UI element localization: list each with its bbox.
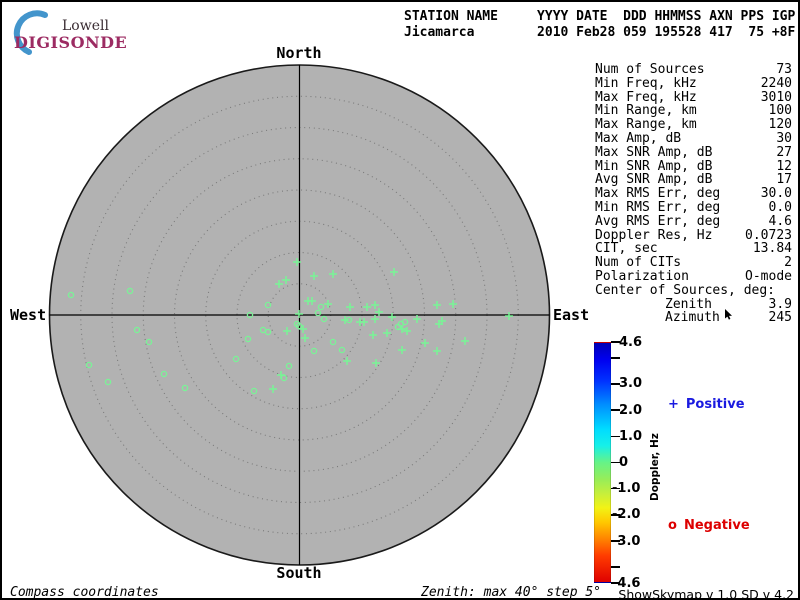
stat-value: 245	[768, 310, 792, 326]
legend-negative-label: Negative	[683, 518, 750, 533]
stat-label: Avg SNR Amp, dB	[595, 172, 713, 188]
colorbar-tick-label: 2.0	[619, 402, 643, 418]
stat-row: Min RMS Err, deg 0.0	[595, 201, 792, 215]
stat-row: Doppler Res, Hz 0.0723	[595, 227, 792, 243]
stat-row: Avg SNR Amp, dB 17	[595, 173, 792, 187]
coordinate-system-label: Compass coordinates	[10, 585, 159, 600]
stat-row: Max RMS Err, deg 30.0	[595, 187, 792, 201]
stat-label: Max RMS Err, deg	[595, 186, 721, 202]
stat-row: Polarization O-mode	[595, 270, 792, 284]
colorbar-tick-label: 3.0	[619, 376, 643, 392]
stat-label: Num of CITs	[595, 255, 682, 271]
stat-value: 73	[776, 62, 792, 77]
stat-label: Azimuth	[665, 310, 720, 326]
compass-label-west: West	[10, 306, 47, 324]
colorbar-tick-label: -3.0	[612, 533, 641, 549]
stat-label: Max Freq, kHz	[595, 89, 697, 105]
stat-label: Avg RMS Err, deg	[595, 213, 721, 229]
stat-label: Min Freq, kHz	[595, 75, 697, 91]
stat-value: 30	[776, 130, 792, 146]
plus-symbol-icon: +	[668, 397, 679, 412]
colorbar-axis-label: Doppler, Hz	[649, 433, 661, 501]
stat-value: 3010	[760, 89, 792, 105]
compass-label-east: East	[553, 306, 590, 324]
legend-positive-label: Positive	[685, 397, 745, 412]
stat-value: 100	[768, 103, 792, 119]
stat-row: Min Freq, kHz 2240	[595, 75, 792, 91]
legend-negative: o Negative	[668, 518, 750, 533]
mouse-cursor-icon	[725, 309, 732, 320]
circle-symbol-icon: o	[668, 518, 677, 533]
stat-row: Avg RMS Err, deg 4.6	[595, 213, 792, 229]
stat-label: Polarization	[595, 268, 689, 284]
stat-row: Min SNR Amp, dB 12	[595, 158, 792, 174]
stat-row: Zenith 3.9	[595, 296, 792, 312]
stat-label: Min Range, km	[595, 103, 697, 119]
colorbar-tick-label: -1.0	[612, 481, 641, 497]
stat-value: 0.0	[768, 199, 792, 215]
stat-row: Num of Sources 73	[595, 63, 792, 77]
doppler-colorbar	[594, 342, 611, 583]
stat-value: 13.84	[752, 241, 792, 257]
stat-row: Max SNR Amp, dB 27	[595, 144, 792, 160]
stat-label: Zenith	[665, 296, 712, 312]
stats-panel: Num of Sources 73 Min Freq, kHz 2240 Max Fre…	[595, 63, 792, 325]
stat-value: O-mode	[745, 268, 792, 284]
stat-label: CIT, sec	[595, 241, 658, 257]
colorbar-tick-label: -2.0	[612, 507, 641, 523]
stat-label: Min RMS Err, deg	[595, 199, 721, 215]
stat-row: Max Freq, kHz 3010	[595, 89, 792, 105]
stat-row: Max Range, km 120	[595, 118, 792, 132]
colorbar-tick-label: 1.0	[619, 428, 643, 444]
stat-value: 4.6	[768, 213, 792, 229]
colorbar-tick-label: 0	[619, 455, 629, 470]
stat-row: Min Range, km 100	[595, 104, 792, 118]
stat-label: Min SNR Amp, dB	[595, 158, 713, 174]
stat-row: Num of CITs 2	[595, 256, 792, 270]
stat-value: 120	[768, 117, 792, 133]
stat-row: Center of Sources, deg:	[595, 282, 792, 298]
stat-value: 12	[776, 158, 792, 174]
stat-row: Azimuth 245	[595, 311, 792, 325]
stat-label: Max Range, km	[595, 117, 697, 133]
colorbar-tick-label: 4.6	[619, 334, 643, 350]
legend-positive: + Positive	[668, 397, 745, 412]
stat-value: 17	[776, 172, 792, 188]
stat-label: Max SNR Amp, dB	[595, 144, 713, 160]
compass-label-south: South	[276, 564, 322, 582]
stat-value: 0.0723	[745, 227, 792, 243]
colorbar-tick	[611, 566, 620, 569]
stat-label: Num of Sources	[595, 62, 705, 77]
stat-label: Max Amp, dB	[595, 130, 682, 146]
stat-value: 2240	[760, 75, 792, 91]
software-version-label: ShowSkymap v 1.0 SD v 4.2	[618, 587, 794, 600]
stat-value: 2	[784, 255, 792, 271]
stat-value: 30.0	[760, 186, 792, 202]
skymap-window: Lowell DIGISONDE STATION NAME YYYY DATE …	[0, 0, 800, 600]
stat-row: Max Amp, dB 30	[595, 132, 792, 146]
colorbar-tick	[611, 356, 620, 359]
stat-label: Doppler Res, Hz	[595, 227, 713, 243]
compass-label-north: North	[276, 44, 322, 62]
stat-value: 3.9	[768, 296, 792, 312]
stat-row: CIT, sec 13.84	[595, 242, 792, 256]
zenith-range-label: Zenith: max 40° step 5°	[421, 585, 602, 600]
stat-value: 27	[776, 144, 792, 160]
stat-label: Center of Sources, deg:	[595, 282, 776, 298]
